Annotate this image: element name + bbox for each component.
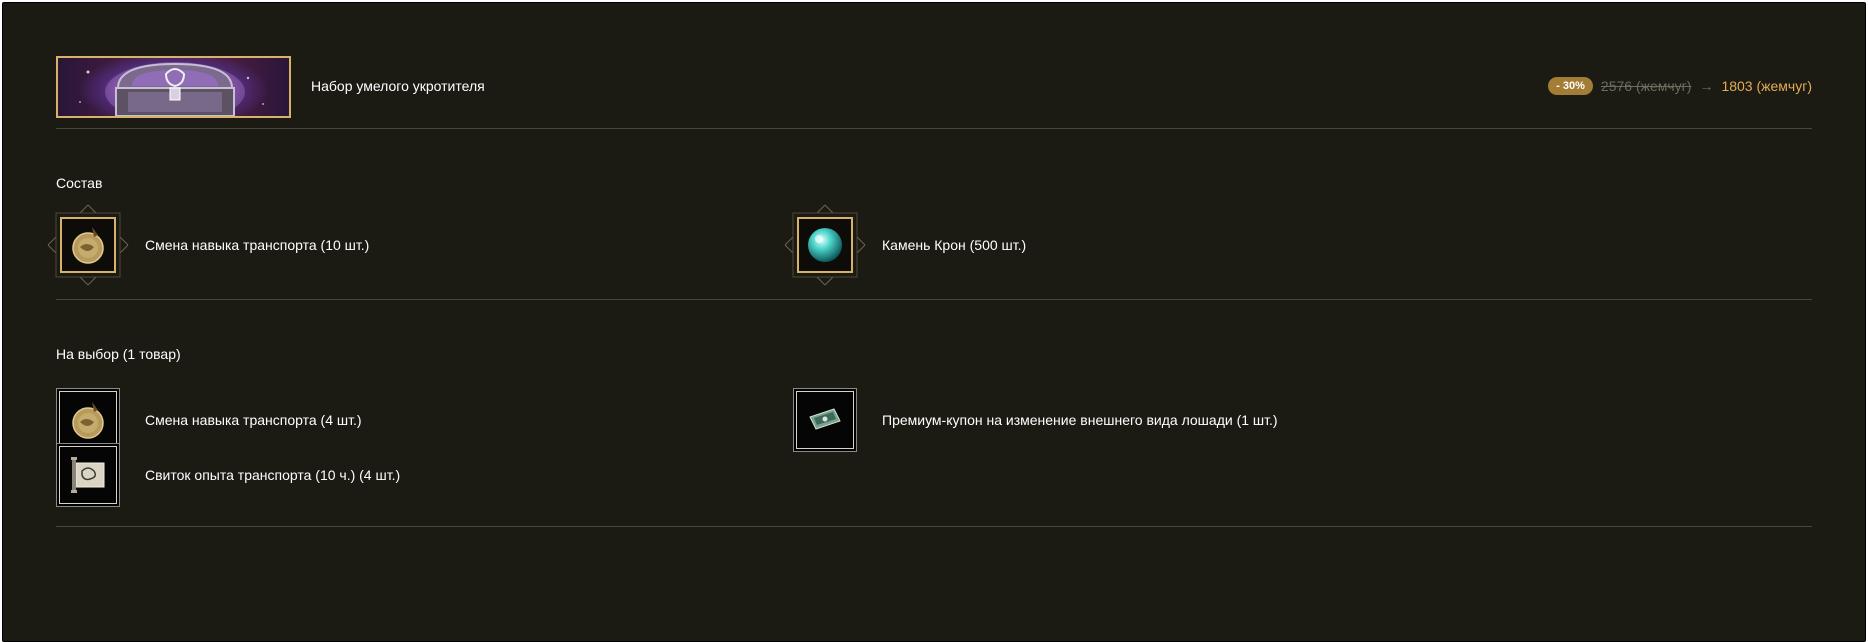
composition-item[interactable]: Смена навыка транспорта (10 шт.) [47,204,370,286]
new-price: 1803 (жемчуг) [1721,78,1812,94]
transport-skill-pouch-icon [72,227,104,264]
set-header: Набор умелого укротителя - 30% 2576 (жем… [56,56,1812,120]
transport-exp-scroll-icon [71,457,105,493]
price-block: - 30% 2576 (жемчуг) → 1803 (жемчуг) [1548,77,1812,95]
transport-skill-pouch-icon [72,402,104,439]
set-title: Набор умелого укротителя [311,78,485,94]
discount-badge: - 30% [1548,77,1593,95]
product-panel: Набор умелого укротителя - 30% 2576 (жем… [2,2,1866,642]
choice-label: На выбор (1 товар) [56,346,181,362]
item-slot [793,388,857,452]
divider [56,526,1812,527]
item-name: Премиум-купон на изменение внешнего вида… [882,412,1278,428]
item-name: Смена навыка транспорта (4 шт.) [145,412,362,428]
composition-label: Состав [56,175,103,191]
item-slot [47,204,129,286]
cron-stone-icon [808,228,842,262]
set-banner-image [56,56,291,118]
item-slot [56,443,120,507]
item-slot [784,204,866,286]
divider [56,299,1812,300]
choice-item[interactable]: Премиум-купон на изменение внешнего вида… [793,388,1278,452]
old-price: 2576 (жемчуг) [1600,78,1692,94]
item-name: Свиток опыта транспорта (10 ч.) (4 шт.) [145,467,401,483]
item-name: Смена навыка транспорта (10 шт.) [145,237,370,253]
premium-coupon-icon [809,408,841,430]
composition-item[interactable]: Камень Крон (500 шт.) [784,204,1027,286]
choice-item[interactable]: Свиток опыта транспорта (10 ч.) (4 шт.) [56,443,400,507]
price-arrow: → [1699,78,1714,94]
divider [56,128,1812,129]
treasure-chest-icon [79,62,264,116]
item-name: Камень Крон (500 шт.) [882,237,1027,253]
